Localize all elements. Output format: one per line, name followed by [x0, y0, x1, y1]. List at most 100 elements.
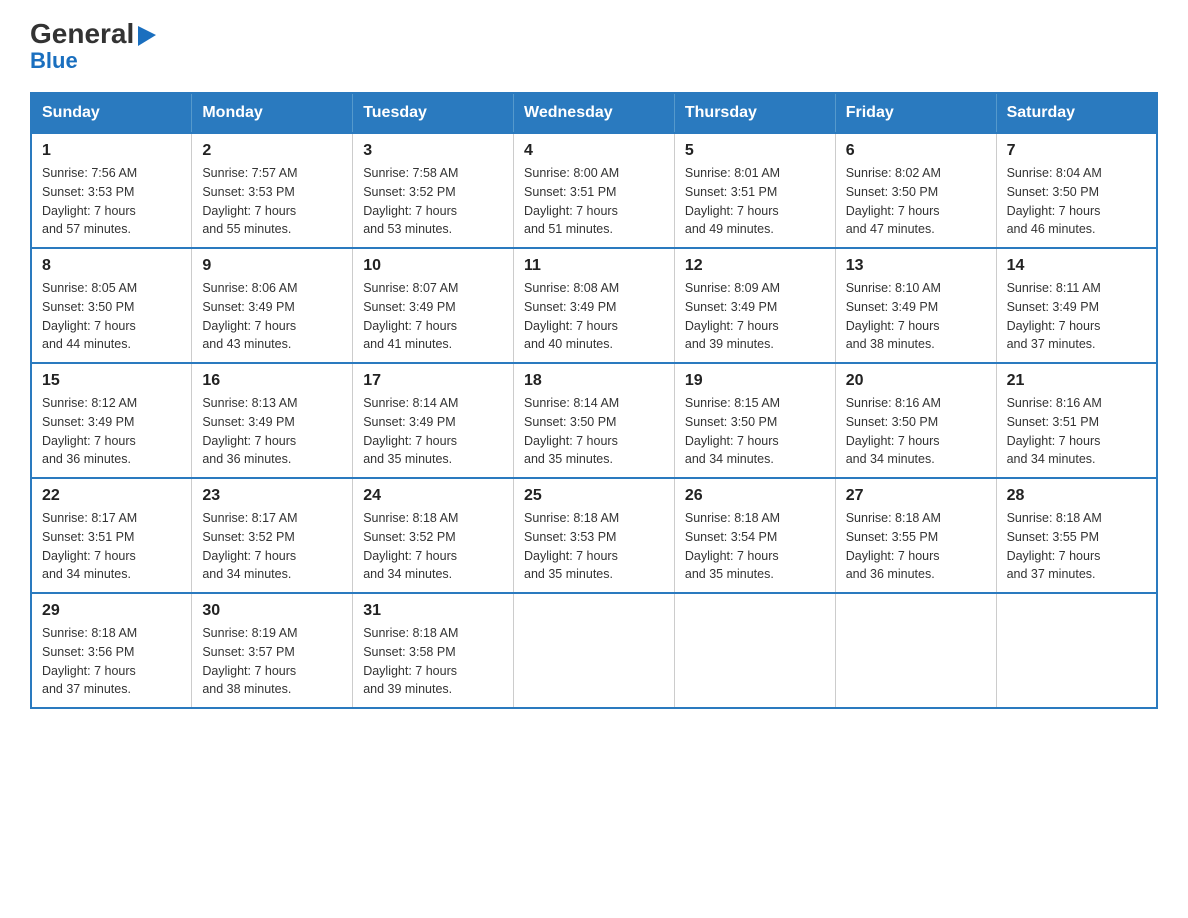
day-number: 11: [524, 257, 664, 275]
day-number: 1: [42, 142, 181, 160]
calendar-cell: 19 Sunrise: 8:15 AMSunset: 3:50 PMDayligh…: [674, 363, 835, 478]
header-day-thursday: Thursday: [674, 93, 835, 133]
day-info: Sunrise: 8:02 AMSunset: 3:50 PMDaylight:…: [846, 164, 986, 239]
calendar-cell: 11 Sunrise: 8:08 AMSunset: 3:49 PMDayligh…: [514, 248, 675, 363]
day-info: Sunrise: 8:17 AMSunset: 3:51 PMDaylight:…: [42, 509, 181, 584]
header-day-tuesday: Tuesday: [353, 93, 514, 133]
day-info: Sunrise: 7:56 AMSunset: 3:53 PMDaylight:…: [42, 164, 181, 239]
day-number: 23: [202, 487, 342, 505]
day-number: 14: [1007, 257, 1146, 275]
day-number: 29: [42, 602, 181, 620]
day-info: Sunrise: 8:08 AMSunset: 3:49 PMDaylight:…: [524, 279, 664, 354]
logo-triangle-icon: [136, 24, 158, 46]
day-number: 26: [685, 487, 825, 505]
day-info: Sunrise: 8:09 AMSunset: 3:49 PMDaylight:…: [685, 279, 825, 354]
day-number: 16: [202, 372, 342, 390]
calendar-week-row: 15 Sunrise: 8:12 AMSunset: 3:49 PMDayligh…: [31, 363, 1157, 478]
calendar-cell: 23 Sunrise: 8:17 AMSunset: 3:52 PMDayligh…: [192, 478, 353, 593]
calendar-cell: 29 Sunrise: 8:18 AMSunset: 3:56 PMDayligh…: [31, 593, 192, 708]
day-info: Sunrise: 8:16 AMSunset: 3:51 PMDaylight:…: [1007, 394, 1146, 469]
header-day-monday: Monday: [192, 93, 353, 133]
logo-blue-text: Blue: [30, 50, 78, 72]
calendar-cell: 16 Sunrise: 8:13 AMSunset: 3:49 PMDayligh…: [192, 363, 353, 478]
calendar-cell: 31 Sunrise: 8:18 AMSunset: 3:58 PMDayligh…: [353, 593, 514, 708]
calendar-cell: 22 Sunrise: 8:17 AMSunset: 3:51 PMDayligh…: [31, 478, 192, 593]
day-number: 4: [524, 142, 664, 160]
calendar-cell: [514, 593, 675, 708]
calendar-cell: 8Sunrise: 8:05 AMSunset: 3:50 PMDaylight…: [31, 248, 192, 363]
day-info: Sunrise: 8:15 AMSunset: 3:50 PMDaylight:…: [685, 394, 825, 469]
day-info: Sunrise: 8:18 AMSunset: 3:53 PMDaylight:…: [524, 509, 664, 584]
calendar-cell: 24Sunrise: 8:18 AMSunset: 3:52 PMDayligh…: [353, 478, 514, 593]
page-header: General Blue: [30, 20, 1158, 72]
calendar-week-row: 1 Sunrise: 7:56 AMSunset: 3:53 PMDaylight…: [31, 133, 1157, 248]
day-number: 10: [363, 257, 503, 275]
day-info: Sunrise: 8:01 AMSunset: 3:51 PMDaylight:…: [685, 164, 825, 239]
day-info: Sunrise: 8:18 AMSunset: 3:55 PMDaylight:…: [1007, 509, 1146, 584]
calendar-cell: 12 Sunrise: 8:09 AMSunset: 3:49 PMDayligh…: [674, 248, 835, 363]
calendar-cell: [996, 593, 1157, 708]
calendar-cell: 26 Sunrise: 8:18 AMSunset: 3:54 PMDayligh…: [674, 478, 835, 593]
day-number: 6: [846, 142, 986, 160]
day-number: 22: [42, 487, 181, 505]
day-number: 12: [685, 257, 825, 275]
calendar-cell: [674, 593, 835, 708]
day-info: Sunrise: 8:19 AMSunset: 3:57 PMDaylight:…: [202, 624, 342, 699]
calendar-cell: 5Sunrise: 8:01 AMSunset: 3:51 PMDaylight…: [674, 133, 835, 248]
day-info: Sunrise: 8:00 AMSunset: 3:51 PMDaylight:…: [524, 164, 664, 239]
day-number: 2: [202, 142, 342, 160]
day-number: 20: [846, 372, 986, 390]
calendar-cell: 27Sunrise: 8:18 AMSunset: 3:55 PMDayligh…: [835, 478, 996, 593]
calendar-cell: 10 Sunrise: 8:07 AMSunset: 3:49 PMDayligh…: [353, 248, 514, 363]
day-info: Sunrise: 8:17 AMSunset: 3:52 PMDaylight:…: [202, 509, 342, 584]
day-info: Sunrise: 8:18 AMSunset: 3:58 PMDaylight:…: [363, 624, 503, 699]
day-number: 13: [846, 257, 986, 275]
day-number: 24: [363, 487, 503, 505]
calendar-cell: 15 Sunrise: 8:12 AMSunset: 3:49 PMDayligh…: [31, 363, 192, 478]
day-number: 19: [685, 372, 825, 390]
calendar-cell: 14Sunrise: 8:11 AMSunset: 3:49 PMDayligh…: [996, 248, 1157, 363]
day-number: 30: [202, 602, 342, 620]
header-day-saturday: Saturday: [996, 93, 1157, 133]
day-number: 15: [42, 372, 181, 390]
day-info: Sunrise: 8:18 AMSunset: 3:56 PMDaylight:…: [42, 624, 181, 699]
day-info: Sunrise: 8:06 AMSunset: 3:49 PMDaylight:…: [202, 279, 342, 354]
day-info: Sunrise: 8:18 AMSunset: 3:55 PMDaylight:…: [846, 509, 986, 584]
calendar-cell: 18 Sunrise: 8:14 AMSunset: 3:50 PMDayligh…: [514, 363, 675, 478]
calendar-cell: 28 Sunrise: 8:18 AMSunset: 3:55 PMDayligh…: [996, 478, 1157, 593]
day-number: 9: [202, 257, 342, 275]
day-number: 3: [363, 142, 503, 160]
calendar-cell: 2 Sunrise: 7:57 AMSunset: 3:53 PMDaylight…: [192, 133, 353, 248]
calendar-cell: 30 Sunrise: 8:19 AMSunset: 3:57 PMDayligh…: [192, 593, 353, 708]
calendar-header-row: SundayMondayTuesdayWednesdayThursdayFrid…: [31, 93, 1157, 133]
calendar-cell: 4 Sunrise: 8:00 AMSunset: 3:51 PMDaylight…: [514, 133, 675, 248]
day-info: Sunrise: 8:18 AMSunset: 3:54 PMDaylight:…: [685, 509, 825, 584]
calendar-cell: [835, 593, 996, 708]
day-number: 31: [363, 602, 503, 620]
day-number: 25: [524, 487, 664, 505]
day-info: Sunrise: 8:14 AMSunset: 3:49 PMDaylight:…: [363, 394, 503, 469]
day-number: 28: [1007, 487, 1146, 505]
header-day-friday: Friday: [835, 93, 996, 133]
day-info: Sunrise: 8:13 AMSunset: 3:49 PMDaylight:…: [202, 394, 342, 469]
day-number: 17: [363, 372, 503, 390]
day-info: Sunrise: 8:14 AMSunset: 3:50 PMDaylight:…: [524, 394, 664, 469]
calendar-cell: 1 Sunrise: 7:56 AMSunset: 3:53 PMDaylight…: [31, 133, 192, 248]
header-day-wednesday: Wednesday: [514, 93, 675, 133]
calendar-cell: 25 Sunrise: 8:18 AMSunset: 3:53 PMDayligh…: [514, 478, 675, 593]
day-info: Sunrise: 8:07 AMSunset: 3:49 PMDaylight:…: [363, 279, 503, 354]
calendar-cell: 9 Sunrise: 8:06 AMSunset: 3:49 PMDaylight…: [192, 248, 353, 363]
calendar-cell: 3Sunrise: 7:58 AMSunset: 3:52 PMDaylight…: [353, 133, 514, 248]
logo: General Blue: [30, 20, 158, 72]
calendar-cell: 20Sunrise: 8:16 AMSunset: 3:50 PMDayligh…: [835, 363, 996, 478]
day-info: Sunrise: 8:12 AMSunset: 3:49 PMDaylight:…: [42, 394, 181, 469]
logo-general-text: General: [30, 20, 134, 48]
day-number: 18: [524, 372, 664, 390]
day-number: 21: [1007, 372, 1146, 390]
calendar-week-row: 8Sunrise: 8:05 AMSunset: 3:50 PMDaylight…: [31, 248, 1157, 363]
day-number: 8: [42, 257, 181, 275]
calendar-cell: 13Sunrise: 8:10 AMSunset: 3:49 PMDayligh…: [835, 248, 996, 363]
calendar-cell: 7Sunrise: 8:04 AMSunset: 3:50 PMDaylight…: [996, 133, 1157, 248]
day-info: Sunrise: 7:57 AMSunset: 3:53 PMDaylight:…: [202, 164, 342, 239]
header-day-sunday: Sunday: [31, 93, 192, 133]
